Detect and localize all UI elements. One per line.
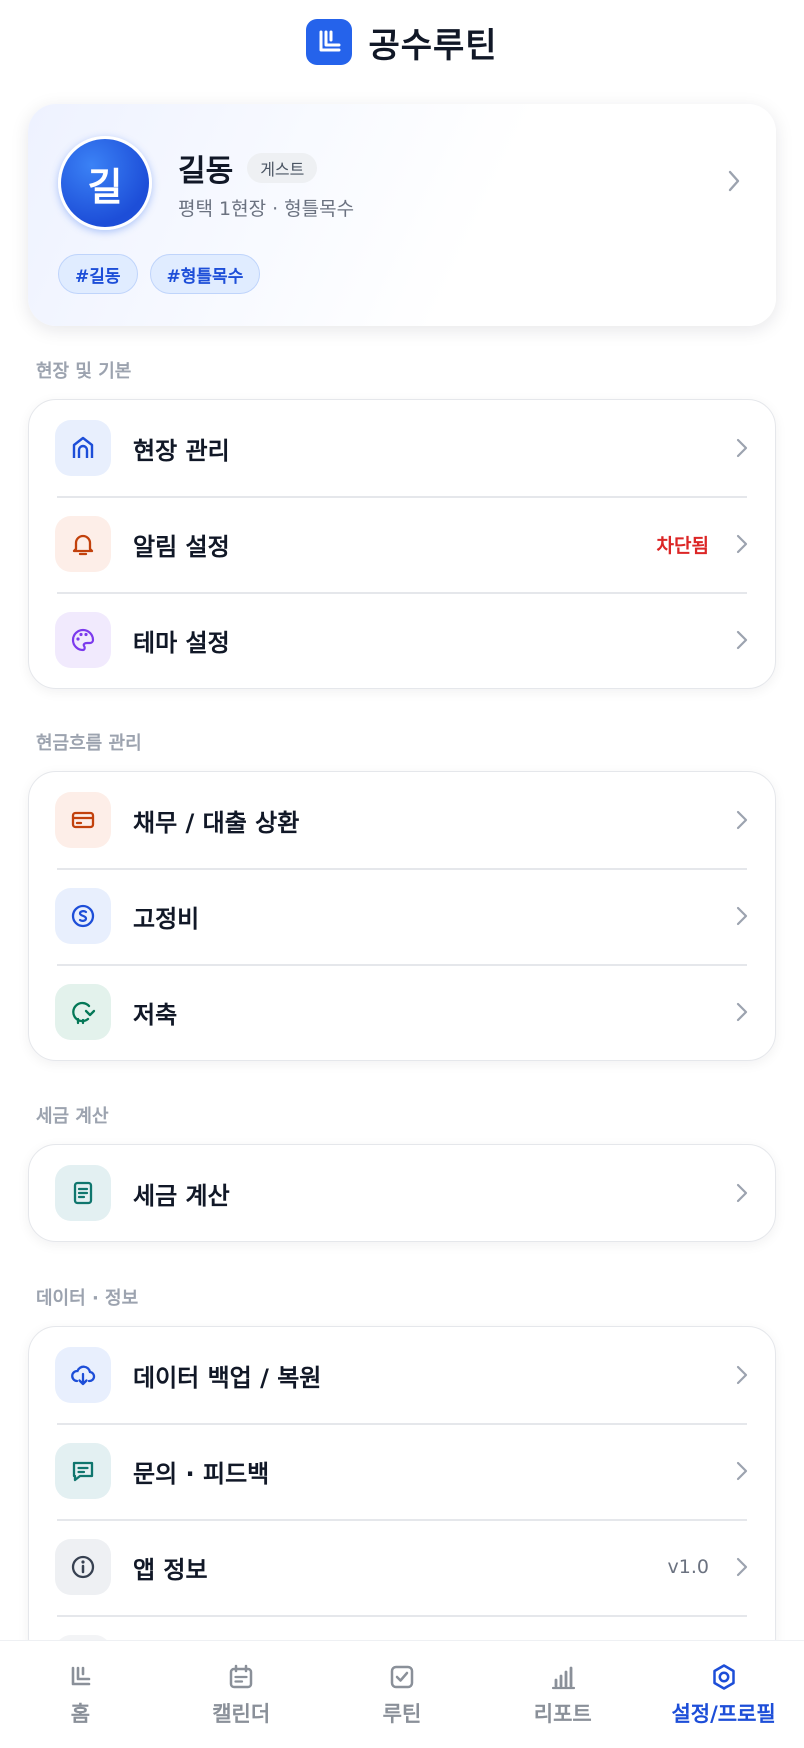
menu-item-site-management[interactable]: 현장 관리	[29, 400, 775, 496]
menu-item-partial[interactable]	[29, 1615, 775, 1640]
settings-group-site: 현장 관리 알림 설정 차단됨 테마 설정	[28, 399, 776, 689]
piggy-bank-icon	[55, 984, 111, 1040]
tag-trade[interactable]: #형틀목수	[149, 254, 261, 294]
nav-label: 홈	[70, 1701, 91, 1726]
menu-item-data-backup[interactable]: 데이터 백업 / 복원	[29, 1327, 775, 1423]
chevron-right-icon	[736, 630, 748, 650]
avatar: 길	[58, 136, 152, 230]
settings-group-tax: 세금 계산	[28, 1144, 776, 1242]
menu-item-label: 고정비	[133, 904, 200, 933]
chevron-right-icon	[736, 1365, 748, 1385]
profile-subtitle: 평택 1현장 · 형틀목수	[178, 198, 355, 220]
home-icon	[55, 420, 111, 476]
menu-item-label: 현장 관리	[133, 436, 230, 465]
credit-card-icon	[55, 792, 111, 848]
menu-item-notification-settings[interactable]: 알림 설정 차단됨	[29, 496, 775, 592]
bottom-nav: 홈 캘린더 루틴 리포트 설정/프로필	[0, 1640, 804, 1748]
menu-item-label: 앱 정보	[133, 1555, 208, 1584]
section-title-data: 데이터 · 정보	[36, 1288, 139, 1309]
routine-check-icon	[390, 1665, 414, 1688]
profile-card[interactable]: 길 길동 게스트 평택 1현장 · 형틀목수 #길동 #형틀목수	[28, 104, 776, 326]
nav-item-routine[interactable]: 루틴	[322, 1641, 483, 1748]
app-header: 공수루틴	[0, 0, 804, 84]
chevron-right-icon	[736, 906, 748, 926]
profile-name: 길동	[178, 154, 234, 189]
menu-item-tax-calculation[interactable]: 세금 계산	[29, 1145, 775, 1241]
menu-item-label: 알림 설정	[133, 532, 230, 561]
section-title-site: 현장 및 기본	[36, 361, 132, 382]
chevron-right-icon	[736, 1002, 748, 1022]
menu-item-savings[interactable]: 저축	[29, 964, 775, 1060]
nav-label: 루틴	[382, 1701, 422, 1726]
coin-icon	[55, 888, 111, 944]
menu-item-label: 데이터 백업 / 복원	[133, 1363, 322, 1392]
menu-item-fixed-costs[interactable]: 고정비	[29, 868, 775, 964]
chevron-right-icon	[736, 810, 748, 830]
chevron-right-icon	[736, 1183, 748, 1203]
section-title-cashflow: 현금흐름 관리	[36, 733, 142, 754]
nav-item-home[interactable]: 홈	[0, 1641, 161, 1748]
app-version: v1.0	[667, 1556, 709, 1578]
app-title: 공수루틴	[368, 25, 498, 66]
notification-status: 차단됨	[656, 534, 709, 557]
chevron-right-icon	[736, 1461, 748, 1481]
settings-icon	[712, 1663, 735, 1690]
document-icon	[55, 1165, 111, 1221]
nav-item-report[interactable]: 리포트	[482, 1641, 643, 1748]
home-logo-icon	[72, 1666, 91, 1685]
calendar-icon	[229, 1664, 253, 1688]
settings-group-cashflow: 채무 / 대출 상환 고정비 저축	[28, 771, 776, 1061]
bar-chart-icon	[551, 1666, 575, 1689]
nav-item-settings[interactable]: 설정/프로필	[643, 1641, 804, 1748]
nav-item-calendar[interactable]: 캘린더	[161, 1641, 322, 1748]
profile-name-row: 길동 게스트	[178, 146, 318, 190]
nav-label: 설정/프로필	[671, 1701, 776, 1726]
bell-icon	[55, 516, 111, 572]
menu-item-theme-settings[interactable]: 테마 설정	[29, 592, 775, 688]
settings-scroll-area[interactable]: 공수루틴 길 길동 게스트 평택 1현장 · 형틀목수 #길동 #형틀목수 현장…	[0, 0, 804, 1640]
app-logo-icon	[306, 19, 353, 65]
message-icon	[55, 1443, 111, 1499]
settings-group-data: 데이터 백업 / 복원 문의 · 피드백 앱 정보 v1.0	[28, 1326, 776, 1640]
menu-item-label: 테마 설정	[133, 628, 230, 657]
chevron-right-icon	[726, 168, 742, 198]
menu-item-app-info[interactable]: 앱 정보 v1.0	[29, 1519, 775, 1615]
menu-item-label: 채무 / 대출 상환	[133, 808, 300, 837]
guest-badge: 게스트	[247, 153, 318, 183]
menu-item-label: 문의 · 피드백	[133, 1459, 270, 1488]
menu-item-feedback[interactable]: 문의 · 피드백	[29, 1423, 775, 1519]
section-title-tax: 세금 계산	[36, 1106, 109, 1127]
menu-item-label: 세금 계산	[133, 1181, 230, 1210]
nav-label: 캘린더	[212, 1701, 271, 1726]
profile-tags: #길동 #형틀목수	[58, 254, 261, 294]
menu-item-debt-repayment[interactable]: 채무 / 대출 상환	[29, 772, 775, 868]
info-icon	[55, 1539, 111, 1595]
cloud-upload-icon	[55, 1347, 111, 1403]
chevron-right-icon	[736, 534, 748, 554]
chevron-right-icon	[736, 438, 748, 458]
nav-label: 리포트	[533, 1701, 592, 1726]
chevron-right-icon	[736, 1557, 748, 1577]
menu-item-label: 저축	[133, 1000, 178, 1029]
palette-icon	[55, 612, 111, 668]
tag-name[interactable]: #길동	[58, 254, 138, 294]
